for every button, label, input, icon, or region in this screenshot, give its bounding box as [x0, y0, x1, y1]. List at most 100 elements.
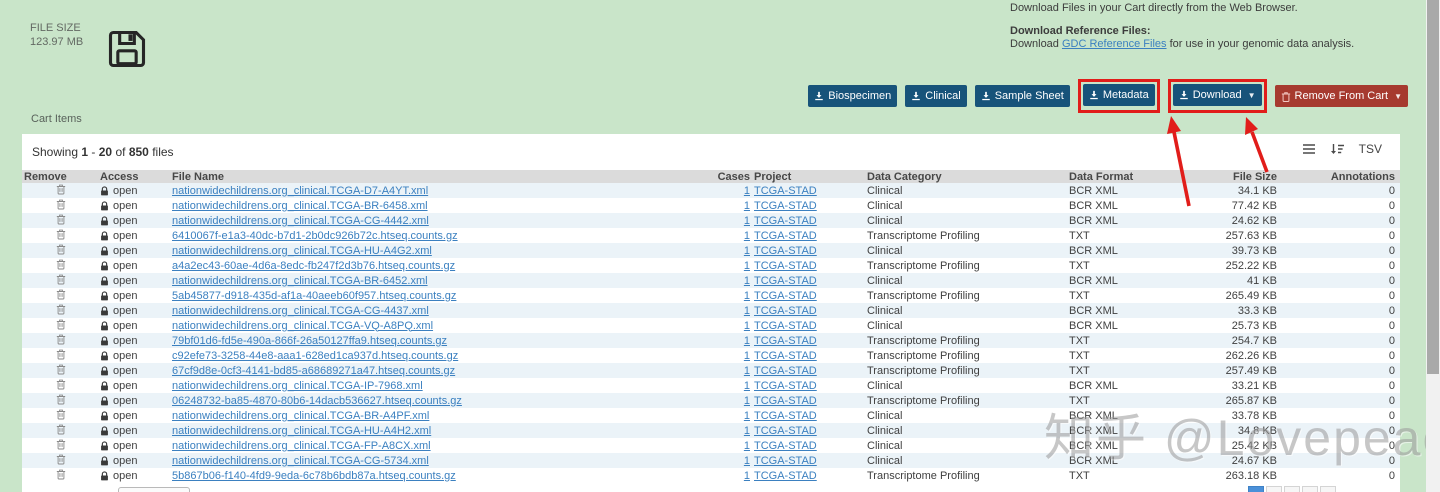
remove-file-trash-icon[interactable]: [56, 303, 66, 315]
header-data-category[interactable]: Data Category: [863, 171, 1065, 183]
project-link[interactable]: TCGA-STAD: [754, 335, 817, 347]
remove-file-trash-icon[interactable]: [56, 468, 66, 480]
project-link[interactable]: TCGA-STAD: [754, 230, 817, 242]
data-category-value: Transcriptome Profiling: [867, 289, 980, 302]
remove-file-trash-icon[interactable]: [56, 288, 66, 300]
project-link[interactable]: TCGA-STAD: [754, 275, 817, 287]
project-link[interactable]: TCGA-STAD: [754, 470, 817, 482]
remove-file-trash-icon[interactable]: [56, 333, 66, 345]
header-cases[interactable]: Cases: [700, 171, 750, 183]
project-link[interactable]: TCGA-STAD: [754, 410, 817, 422]
file-name-link[interactable]: nationwidechildrens.org_clinical.TCGA-VQ…: [172, 320, 433, 332]
project-link[interactable]: TCGA-STAD: [754, 260, 817, 272]
remove-file-trash-icon[interactable]: [56, 258, 66, 270]
file-name-link[interactable]: 5b867b06-f140-4fd9-9eda-6c78b6bdb87a.hts…: [172, 470, 456, 482]
data-category-value: Transcriptome Profiling: [867, 349, 980, 362]
file-name-link[interactable]: 6410067f-e1a3-40dc-b7d1-2b0dc926b72c.hts…: [172, 230, 458, 242]
remove-file-trash-icon[interactable]: [56, 423, 66, 435]
gdc-reference-files-link[interactable]: GDC Reference Files: [1062, 38, 1167, 50]
sort-amount-icon[interactable]: [1330, 143, 1345, 156]
page-size-select[interactable]: [118, 487, 190, 492]
header-annotations[interactable]: Annotations: [1277, 171, 1400, 183]
file-name-link[interactable]: nationwidechildrens.org_clinical.TCGA-BR…: [172, 275, 428, 287]
remove-file-trash-icon[interactable]: [56, 393, 66, 405]
remove-from-cart-button[interactable]: Remove From Cart ▼: [1274, 85, 1408, 107]
remove-file-trash-icon[interactable]: [56, 318, 66, 330]
annotations-count: 0: [1388, 214, 1395, 227]
project-link[interactable]: TCGA-STAD: [754, 215, 817, 227]
remove-file-trash-icon[interactable]: [56, 243, 66, 255]
data-category-value: Transcriptome Profiling: [867, 394, 980, 407]
header-remove[interactable]: Remove: [22, 171, 100, 183]
data-category-value: Transcriptome Profiling: [867, 259, 980, 272]
file-name-link[interactable]: nationwidechildrens.org_clinical.TCGA-CG…: [172, 305, 429, 317]
file-name-link[interactable]: 06248732-ba85-4870-80b6-14dacb536627.hts…: [172, 395, 462, 407]
file-name-link[interactable]: nationwidechildrens.org_clinical.TCGA-HU…: [172, 245, 432, 257]
header-data-format[interactable]: Data Format: [1065, 171, 1195, 183]
download-button[interactable]: Download ▼: [1172, 84, 1262, 106]
pagination-page-5[interactable]: [1320, 486, 1336, 492]
project-link[interactable]: TCGA-STAD: [754, 185, 817, 197]
data-category-value: Clinical: [867, 214, 903, 227]
sample-sheet-button[interactable]: Sample Sheet: [974, 85, 1070, 107]
project-link[interactable]: TCGA-STAD: [754, 350, 817, 362]
header-file-size[interactable]: File Size: [1195, 171, 1277, 183]
file-name-link[interactable]: nationwidechildrens.org_clinical.TCGA-HU…: [172, 425, 431, 437]
remove-file-trash-icon[interactable]: [56, 348, 66, 360]
remove-file-trash-icon[interactable]: [56, 408, 66, 420]
pagination-page-2[interactable]: [1266, 486, 1282, 492]
file-name-link[interactable]: 79bf01d6-fd5e-490a-866f-26a50127ffa9.hts…: [172, 335, 447, 347]
project-link[interactable]: TCGA-STAD: [754, 365, 817, 377]
remove-file-trash-icon[interactable]: [56, 363, 66, 375]
header-project[interactable]: Project: [750, 171, 863, 183]
table-row: open nationwidechildrens.org_clinical.TC…: [22, 213, 1400, 228]
project-link[interactable]: TCGA-STAD: [754, 440, 817, 452]
file-name-link[interactable]: nationwidechildrens.org_clinical.TCGA-CG…: [172, 215, 429, 227]
remove-file-trash-icon[interactable]: [56, 228, 66, 240]
data-format-value: BCR XML: [1069, 424, 1118, 437]
project-link[interactable]: TCGA-STAD: [754, 200, 817, 212]
project-link[interactable]: TCGA-STAD: [754, 395, 817, 407]
remove-file-trash-icon[interactable]: [56, 198, 66, 210]
file-name-link[interactable]: 67cf9d8e-0cf3-4141-bd85-a68689271a47.hts…: [172, 365, 455, 377]
remove-file-trash-icon[interactable]: [56, 438, 66, 450]
file-name-link[interactable]: nationwidechildrens.org_clinical.TCGA-D7…: [172, 185, 428, 197]
project-link[interactable]: TCGA-STAD: [754, 425, 817, 437]
list-view-icon[interactable]: [1302, 143, 1316, 155]
remove-file-trash-icon[interactable]: [56, 273, 66, 285]
header-access[interactable]: Access: [100, 171, 172, 183]
pagination-page-3[interactable]: [1284, 486, 1300, 492]
file-name-link[interactable]: nationwidechildrens.org_clinical.TCGA-CG…: [172, 455, 429, 467]
remove-file-trash-icon[interactable]: [56, 213, 66, 225]
project-link[interactable]: TCGA-STAD: [754, 245, 817, 257]
pagination-page-4[interactable]: [1302, 486, 1318, 492]
project-link[interactable]: TCGA-STAD: [754, 290, 817, 302]
tsv-export-button[interactable]: TSV: [1359, 142, 1382, 156]
access-label: open: [113, 274, 138, 287]
file-name-link[interactable]: nationwidechildrens.org_clinical.TCGA-IP…: [172, 380, 423, 392]
project-link[interactable]: TCGA-STAD: [754, 380, 817, 392]
project-link[interactable]: TCGA-STAD: [754, 320, 817, 332]
file-name-link[interactable]: 5ab45877-d918-435d-af1a-40aeeb60f957.hts…: [172, 290, 456, 302]
remove-file-trash-icon[interactable]: [56, 453, 66, 465]
annotations-count: 0: [1388, 439, 1395, 452]
file-name-link[interactable]: c92efe73-3258-44e8-aaa1-628ed1ca937d.hts…: [172, 350, 458, 362]
pagination-page-1[interactable]: [1248, 486, 1264, 492]
project-link[interactable]: TCGA-STAD: [754, 305, 817, 317]
remove-file-trash-icon[interactable]: [56, 378, 66, 390]
scrollbar-track[interactable]: [1426, 0, 1440, 492]
file-name-link[interactable]: nationwidechildrens.org_clinical.TCGA-BR…: [172, 410, 429, 422]
data-category-value: Clinical: [867, 439, 903, 452]
metadata-button[interactable]: Metadata: [1082, 84, 1155, 106]
table-body: open nationwidechildrens.org_clinical.TC…: [22, 183, 1400, 483]
file-name-link[interactable]: nationwidechildrens.org_clinical.TCGA-FP…: [172, 440, 431, 452]
file-name-link[interactable]: a4a2ec43-60ae-4d6a-8edc-fb247f2d3b76.hts…: [172, 260, 455, 272]
clinical-button[interactable]: Clinical: [905, 85, 967, 107]
remove-file-trash-icon[interactable]: [56, 183, 66, 195]
header-file-name[interactable]: File Name: [172, 171, 700, 183]
access-label: open: [113, 349, 138, 362]
biospecimen-button[interactable]: Biospecimen: [808, 85, 898, 107]
scrollbar-thumb[interactable]: [1427, 0, 1439, 374]
file-name-link[interactable]: nationwidechildrens.org_clinical.TCGA-BR…: [172, 200, 428, 212]
project-link[interactable]: TCGA-STAD: [754, 455, 817, 467]
